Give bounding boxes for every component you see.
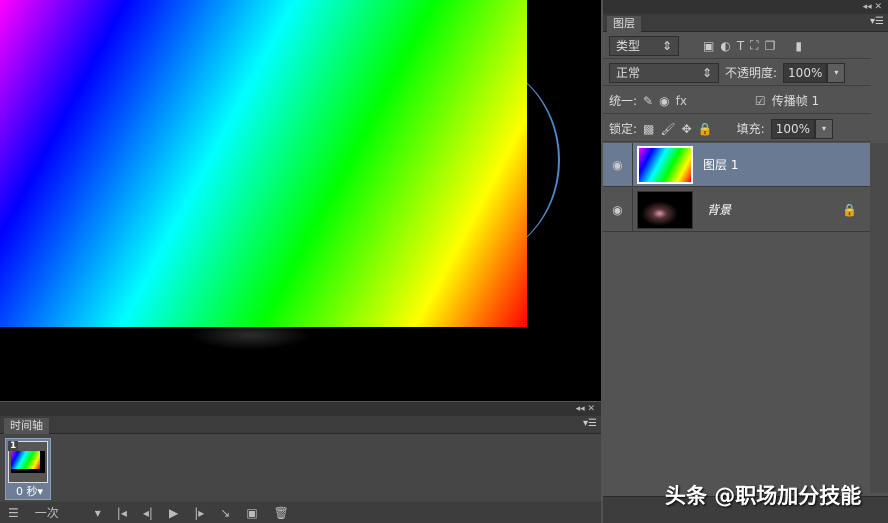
layer-lock-icon: 🔒 (842, 202, 857, 217)
fill-dropdown[interactable]: ▾ (815, 118, 833, 139)
blend-mode-select[interactable]: 正常 ⇕ (609, 62, 719, 83)
opacity-input[interactable]: 100% (783, 62, 828, 83)
next-frame-icon[interactable]: |▸ (186, 506, 212, 520)
panel-menu-icon[interactable]: ▾☰ (583, 418, 597, 429)
opacity-dropdown[interactable]: ▾ (827, 62, 846, 83)
prev-frame-icon[interactable]: ◂| (135, 506, 161, 520)
loop-select[interactable]: 一次 (27, 504, 87, 521)
visibility-eye-icon[interactable]: ◉ (603, 188, 633, 231)
tab-layers[interactable]: 图层 (607, 16, 641, 32)
layer-thumbnail (637, 190, 693, 229)
fill-label: 填充: (736, 122, 765, 136)
lock-transparent-icon[interactable]: ▩ (643, 122, 654, 136)
rainbow-gradient-layer (0, 0, 527, 327)
lock-pixels-icon[interactable]: 🖌 (660, 122, 675, 136)
layer-thumbnail (637, 145, 693, 184)
visibility-eye-icon[interactable]: ◉ (603, 143, 633, 186)
play-icon[interactable]: ▶ (161, 506, 186, 520)
propagate-checkbox[interactable]: ☑ (755, 94, 766, 108)
tab-timeline[interactable]: 时间轴 (4, 418, 49, 434)
layer-name[interactable]: 背景 (707, 201, 731, 218)
first-frame-icon[interactable]: |◂ (109, 506, 135, 520)
layer-row-layer1[interactable]: ◉ 图层 1 (603, 143, 871, 187)
tween-icon[interactable]: ↘ (212, 506, 238, 520)
unify-label: 统一: (609, 94, 638, 108)
lock-position-icon[interactable]: ✥ (682, 122, 692, 136)
duplicate-frame-icon[interactable]: ▣ (238, 506, 265, 520)
unify-position-icon[interactable]: ✎ (643, 94, 653, 108)
filter-toggle[interactable]: ▮ (795, 39, 802, 53)
layers-scrollbar[interactable] (870, 143, 888, 493)
timeline-toolbar: ☰ 一次 ▾ |◂ ◂| ▶ |▸ ↘ ▣ 🗑 (0, 502, 601, 523)
filter-kind-select[interactable]: 类型 ⇕ (609, 35, 679, 56)
timeline-collapse-close[interactable]: ◂◂ ✕ (0, 402, 601, 416)
layers-collapse-close[interactable]: ◂◂ ✕ (603, 0, 888, 14)
lock-label: 锁定: (609, 122, 638, 136)
animation-frame[interactable]: 1 0 秒▾ (5, 438, 51, 500)
unify-visibility-icon[interactable]: ◉ (659, 94, 669, 108)
propagate-label: 传播帧 1 (771, 94, 820, 108)
frame-number: 1 (8, 441, 19, 451)
fill-input[interactable]: 100% (770, 118, 815, 139)
loop-dropdown-icon[interactable]: ▾ (87, 506, 109, 520)
unify-style-icon[interactable]: fx (676, 94, 687, 108)
type-filter-icon[interactable]: T (737, 39, 744, 53)
opacity-label: 不透明度: (725, 66, 778, 80)
timeline-panel: ◂◂ ✕ 时间轴 ▾☰ 1 0 秒▾ ☰ 一次 ▾ |◂ ◂| ▶ |▸ ↘ ▣… (0, 402, 601, 523)
document-canvas[interactable] (0, 0, 601, 401)
layers-panel: ◂◂ ✕ 图层 ▾☰ 类型 ⇕ ▣ ◐ T ⛶ ❐ ▮ 正常 ⇕ 不透明度: 100… (603, 0, 888, 523)
adjustment-filter-icon[interactable]: ◐ (720, 39, 730, 53)
lock-all-icon[interactable]: 🔒 (698, 122, 713, 136)
convert-timeline-icon[interactable]: ☰ (0, 506, 27, 520)
delete-frame-icon[interactable]: 🗑 (266, 506, 297, 520)
shape-filter-icon[interactable]: ⛶ (750, 38, 758, 53)
frame-delay-dropdown[interactable]: 0 秒▾ (16, 483, 43, 499)
layer-name[interactable]: 图层 1 (703, 156, 738, 173)
smart-object-filter-icon[interactable]: ❐ (765, 39, 776, 53)
watermark: 头条 @职场加分技能 (665, 484, 862, 508)
layers-menu-icon[interactable]: ▾☰ (870, 16, 884, 27)
layer-row-background[interactable]: ◉ 背景 🔒 (603, 188, 871, 232)
pixel-filter-icon[interactable]: ▣ (703, 39, 714, 53)
